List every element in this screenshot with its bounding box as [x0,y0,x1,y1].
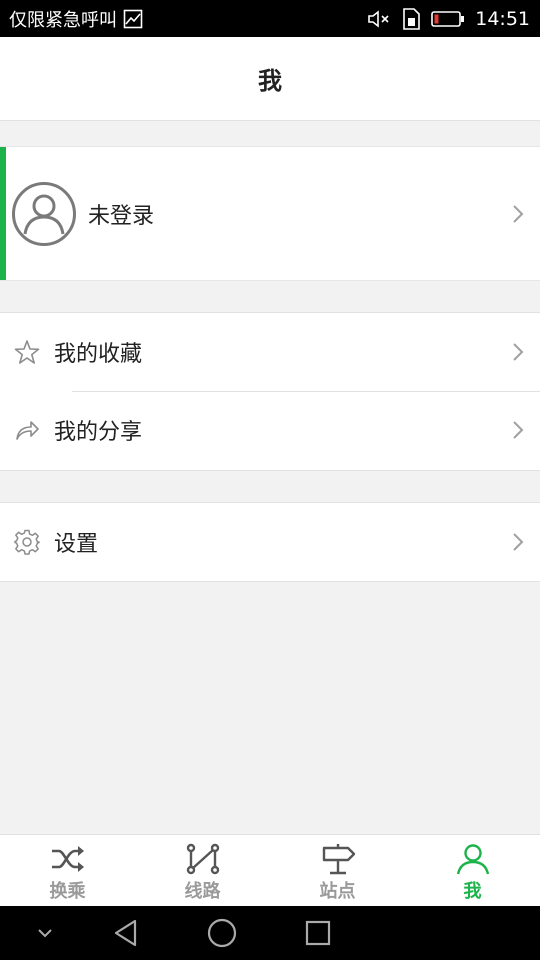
tab-me[interactable]: 我 [405,835,540,906]
signpost-icon [322,844,355,875]
tab-label: 站点 [319,881,356,902]
clock: 14:51 [475,7,530,30]
profile-card[interactable]: 未登录 [0,146,540,281]
page-title: 我 [258,67,282,95]
battery-icon [431,9,465,29]
sim-icon [401,7,421,30]
status-right: 14:51 [367,0,530,37]
menu-item-share[interactable]: 我的分享 [0,391,540,469]
hide-nav-button[interactable] [30,906,60,960]
shuffle-icon [51,846,84,872]
status-left: 仅限紧急呼叫 [9,0,143,37]
recents-square-icon [305,920,331,946]
menu-item-label: 我的分享 [54,420,143,445]
menu-group-favorites-share: 我的收藏 我的分享 [0,312,540,471]
route-icon [186,843,219,875]
login-status-label: 未登录 [88,203,155,229]
carrier-text: 仅限紧急呼叫 [9,9,117,31]
system-nav-bar [0,906,540,960]
tab-label: 我 [463,881,482,902]
home-button[interactable] [200,906,244,960]
home-circle-icon [207,918,237,948]
back-button[interactable] [106,906,146,960]
share-icon [16,421,39,440]
chevron-right-icon [513,343,524,361]
profile-accent-bar [0,147,6,280]
status-bar: 仅限紧急呼叫 14:51 [0,0,540,37]
title-bar: 我 [0,37,540,121]
menu-item-label: 设置 [54,532,99,557]
gallery-icon [123,9,143,29]
chevron-right-icon [513,205,524,223]
bottom-tab-bar: 换乘 线路 站点 我 [0,834,540,906]
tab-transfer[interactable]: 换乘 [0,835,135,906]
chevron-right-icon [513,421,524,439]
menu-item-settings[interactable]: 设置 [0,503,540,581]
person-icon [456,844,489,875]
chevron-right-icon [513,533,524,551]
tab-label: 换乘 [49,881,86,902]
user-avatar-icon [12,182,76,246]
back-triangle-icon [114,919,137,947]
menu-item-favorites[interactable]: 我的收藏 [0,313,540,391]
gear-icon [14,529,40,555]
tab-stops[interactable]: 站点 [270,835,405,906]
menu-item-label: 我的收藏 [54,342,143,367]
chevron-down-icon [38,929,52,938]
menu-group-settings: 设置 [0,502,540,582]
tab-routes[interactable]: 线路 [135,835,270,906]
recents-button[interactable] [298,906,338,960]
tab-label: 线路 [184,881,221,902]
star-icon [14,340,40,364]
mute-icon [367,9,391,29]
